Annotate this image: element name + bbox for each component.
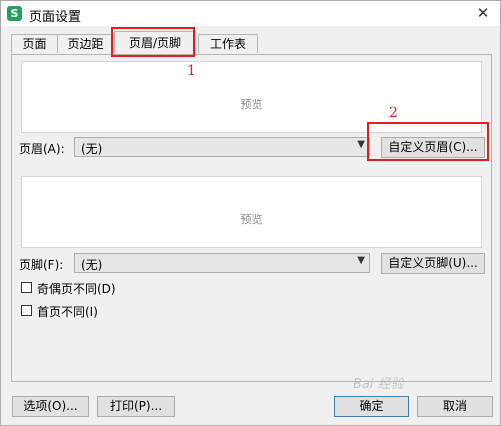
odd-even-label: 奇偶页不同(D) (37, 282, 116, 296)
annotation-number-2: 2 (389, 105, 398, 121)
chevron-down-icon: ▼ (357, 139, 365, 150)
first-page-checkbox[interactable] (21, 305, 32, 316)
wps-app-icon: S (7, 6, 22, 21)
close-icon[interactable]: ✕ (470, 2, 496, 24)
footer-preview-label: 预览 (240, 213, 263, 226)
odd-even-checkbox[interactable] (21, 282, 32, 293)
footer-preview: 预览 (21, 176, 482, 248)
highlight-box-tab (111, 27, 195, 57)
annotation-number-1: 1 (187, 63, 196, 79)
header-preview-label: 预览 (240, 98, 263, 111)
header-select-value: (无) (81, 142, 103, 156)
print-button[interactable]: 打印(P)... (97, 396, 175, 417)
ok-button[interactable]: 确定 (334, 396, 409, 417)
custom-footer-button[interactable]: 自定义页脚(U)... (381, 253, 485, 274)
header-label: 页眉(A): (19, 142, 65, 156)
header-select[interactable]: (无) ▼ (74, 137, 370, 157)
cancel-button[interactable]: 取消 (417, 396, 493, 417)
first-page-label: 首页不同(I) (37, 305, 98, 319)
footer-select-value: (无) (81, 258, 103, 272)
highlight-box-custom-header (367, 122, 489, 161)
title-bar: S 页面设置 ✕ (1, 1, 500, 26)
footer-select[interactable]: (无) ▼ (74, 253, 370, 273)
header-footer-panel: 预览 页眉(A): (无) ▼ 自定义页眉(C)... 预览 页脚(F): (无… (11, 54, 492, 382)
chevron-down-icon: ▼ (357, 255, 365, 266)
baidu-watermark: Bai 经验 (353, 377, 404, 392)
footer-label: 页脚(F): (19, 258, 64, 272)
page-setup-dialog: S 页面设置 ✕ 页面 页边距 页眉/页脚 工作表 预览 页眉(A): (无) … (0, 0, 501, 426)
tab-page[interactable]: 页面 (11, 34, 58, 53)
tab-margins[interactable]: 页边距 (57, 34, 114, 53)
dialog-title: 页面设置 (29, 10, 82, 25)
tab-worksheet[interactable]: 工作表 (198, 34, 258, 53)
options-button[interactable]: 选项(O)... (12, 396, 89, 417)
